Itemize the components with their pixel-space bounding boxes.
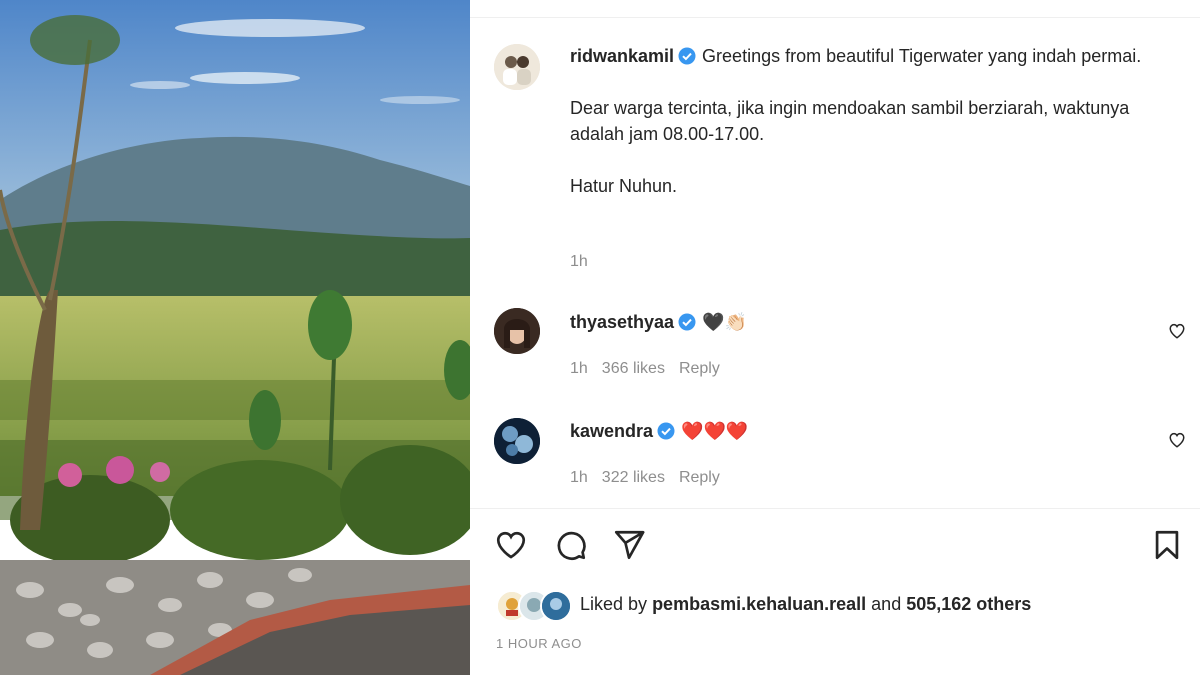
comment-text: 🖤👏🏻	[702, 312, 747, 332]
bookmark-icon[interactable]	[1150, 528, 1184, 562]
verified-badge-icon	[678, 313, 696, 331]
comment-time: 1h	[570, 469, 588, 486]
liker-avatar-image	[542, 592, 570, 620]
commenter-avatar[interactable]	[494, 418, 540, 464]
post-detail-panel: ridwankamil Greetings from beautiful Tige…	[470, 0, 1200, 675]
post-photo[interactable]	[0, 0, 470, 675]
comment-likes[interactable]: 366 likes	[602, 360, 665, 377]
liked-by-summary: Liked by pembasmi.kehaluan.reall and 505…	[580, 594, 1031, 615]
heart-outline-icon[interactable]	[1168, 322, 1186, 340]
liked-by-count[interactable]: 505,162 others	[906, 594, 1031, 614]
author-avatar-image	[494, 44, 540, 90]
top-divider	[470, 17, 1200, 18]
post-timestamp[interactable]: 1 HOUR AGO	[496, 636, 582, 651]
comment-text: ❤️❤️❤️	[681, 421, 749, 441]
post-time: 1h	[570, 253, 588, 270]
actions-divider	[470, 508, 1200, 509]
caption-paragraph: Hatur Nuhun.	[570, 176, 678, 196]
verified-badge-icon	[657, 422, 675, 440]
comment-time: 1h	[570, 360, 588, 377]
post-caption: ridwankamil Greetings from beautiful Tige…	[570, 43, 1160, 225]
heart-outline-icon[interactable]	[1168, 431, 1186, 449]
comment-line: kawendra ❤️❤️❤️	[570, 421, 748, 442]
verified-badge-icon	[678, 47, 696, 65]
commenter-avatar[interactable]	[494, 308, 540, 354]
author-username[interactable]: ridwankamil	[570, 46, 674, 66]
liked-by-user[interactable]: pembasmi.kehaluan.reall	[652, 594, 866, 614]
comment-username[interactable]: kawendra	[570, 421, 653, 441]
comment-meta: 1h 322 likes Reply	[570, 469, 734, 487]
comment-likes[interactable]: 322 likes	[602, 469, 665, 486]
comment-meta: 1h 366 likes Reply	[570, 360, 734, 378]
comment-icon[interactable]	[554, 528, 588, 562]
paper-plane-icon[interactable]	[612, 528, 646, 562]
reply-button[interactable]: Reply	[679, 469, 720, 486]
comment-line: thyasethyaa 🖤👏🏻	[570, 312, 747, 333]
heart-icon[interactable]	[494, 528, 528, 562]
liker-avatar[interactable]	[540, 590, 572, 622]
liked-by-middle: and	[871, 594, 902, 614]
comment-username[interactable]: thyasethyaa	[570, 312, 674, 332]
commenter-avatar-image	[494, 418, 540, 464]
caption-paragraph: Dear warga tercinta, jika ingin mendoaka…	[570, 98, 1130, 144]
landscape-photo	[0, 0, 470, 675]
reply-button[interactable]: Reply	[679, 360, 720, 377]
commenter-avatar-image	[494, 308, 540, 354]
caption-first-line: Greetings from beautiful Tigerwater yang…	[702, 46, 1142, 66]
author-avatar[interactable]	[494, 44, 540, 90]
liked-by-prefix: Liked by	[580, 594, 648, 614]
